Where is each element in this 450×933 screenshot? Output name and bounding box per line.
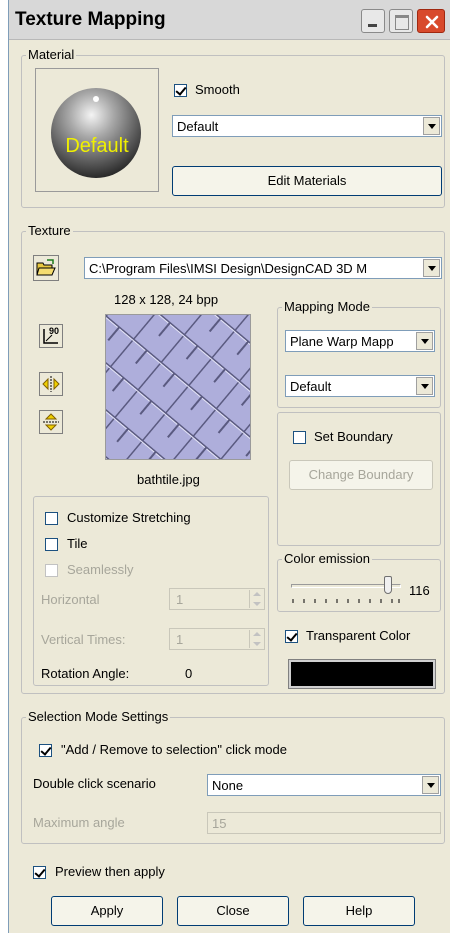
- color-emission-slider[interactable]: [291, 576, 401, 606]
- seamlessly-checkbox[interactable]: [45, 564, 58, 577]
- set-boundary-checkbox[interactable]: [293, 431, 306, 444]
- customize-stretching-label: Customize Stretching: [67, 510, 191, 525]
- texture-group-label: Texture: [28, 223, 71, 238]
- chevron-down-icon: [423, 259, 440, 277]
- rotate-90-label: 90: [49, 326, 60, 336]
- preview-then-apply-label: Preview then apply: [55, 864, 165, 879]
- spinner-arrows-icon[interactable]: [249, 590, 263, 608]
- double-click-label: Double click scenario: [33, 776, 156, 791]
- smooth-checkbox[interactable]: [174, 84, 187, 97]
- horizontal-spinner[interactable]: 1: [169, 588, 265, 610]
- double-click-select[interactable]: None: [207, 774, 441, 796]
- change-boundary-button[interactable]: Change Boundary: [289, 460, 433, 490]
- close-window-button[interactable]: [417, 9, 445, 33]
- seamlessly-label: Seamlessly: [67, 562, 134, 577]
- click-mode-checkbox[interactable]: [39, 744, 52, 757]
- open-folder-button[interactable]: [33, 255, 59, 281]
- texture-preview: [105, 314, 251, 460]
- folder-open-icon: [36, 259, 56, 276]
- horizontal-value: 1: [176, 592, 184, 607]
- material-select-value: Default: [177, 119, 219, 134]
- transparent-color-checkbox[interactable]: [285, 630, 298, 643]
- texture-path-value: C:\Program Files\IMSI Design\DesignCAD 3…: [89, 261, 368, 276]
- set-boundary-label: Set Boundary: [314, 429, 393, 444]
- chevron-down-icon: [422, 776, 439, 794]
- texture-mapping-window: Texture Mapping Material Default Smooth …: [8, 0, 450, 933]
- customize-stretching-checkbox[interactable]: [45, 512, 58, 525]
- rotate-90-button[interactable]: 90: [39, 324, 63, 348]
- minimize-button[interactable]: [361, 9, 385, 33]
- slider-ticks: [292, 599, 400, 603]
- mapping-mode-value: Plane Warp Mapp: [290, 334, 394, 349]
- horizontal-label: Horizontal: [41, 592, 100, 607]
- mapping-mode-select[interactable]: Plane Warp Mapp: [285, 330, 435, 352]
- click-mode-label: "Add / Remove to selection" click mode: [61, 742, 287, 757]
- rotation-angle-label: Rotation Angle:: [41, 666, 130, 681]
- vertical-times-label: Vertical Times:: [41, 632, 126, 647]
- maximum-angle-input[interactable]: 15: [207, 812, 441, 834]
- chevron-down-icon: [416, 377, 433, 395]
- texture-info: 128 x 128, 24 bpp: [114, 292, 219, 307]
- vertical-times-spinner[interactable]: 1: [169, 628, 265, 650]
- tile-label: Tile: [67, 536, 88, 551]
- texture-filename: bathtile.jpg: [137, 472, 200, 487]
- maximum-angle-label: Maximum angle: [33, 815, 125, 830]
- slider-thumb[interactable]: [384, 576, 392, 594]
- flip-horizontal-button[interactable]: [39, 372, 63, 396]
- flip-vertical-icon: [43, 413, 59, 431]
- mapping-option-value: Default: [290, 379, 332, 394]
- mapping-mode-group-label: Mapping Mode: [284, 299, 370, 314]
- vertical-times-value: 1: [176, 632, 184, 647]
- mapping-option-select[interactable]: Default: [285, 375, 435, 397]
- spinner-arrows-icon[interactable]: [249, 630, 263, 648]
- edit-materials-button[interactable]: Edit Materials: [172, 166, 442, 196]
- transparent-color-label: Transparent Color: [306, 628, 411, 643]
- material-group-label: Material: [28, 47, 75, 62]
- chevron-down-icon: [423, 117, 440, 135]
- color-emission-value: 116: [409, 583, 430, 598]
- close-button[interactable]: Close: [177, 896, 289, 926]
- texture-path-select[interactable]: C:\Program Files\IMSI Design\DesignCAD 3…: [84, 257, 442, 279]
- flip-vertical-button[interactable]: [39, 410, 63, 434]
- help-button[interactable]: Help: [303, 896, 415, 926]
- material-select[interactable]: Default: [172, 115, 442, 137]
- smooth-label: Smooth: [195, 82, 240, 97]
- tile-checkbox[interactable]: [45, 538, 58, 551]
- double-click-value: None: [212, 778, 244, 793]
- maximum-angle-value: 15: [212, 816, 227, 831]
- bathtile-texture-image: [106, 315, 250, 459]
- window-title: Texture Mapping: [15, 9, 166, 30]
- material-preview[interactable]: Default: [35, 68, 159, 192]
- chevron-down-icon: [416, 332, 433, 350]
- material-sphere-icon: [51, 88, 141, 178]
- selection-mode-group-label: Selection Mode Settings: [28, 709, 169, 724]
- color-emission-group-label: Color emission: [284, 551, 370, 566]
- transparent-color-swatch[interactable]: [288, 659, 436, 689]
- material-preview-label: Default: [65, 135, 129, 157]
- close-icon: [425, 15, 439, 29]
- rotation-angle-value: 0: [185, 666, 193, 681]
- preview-then-apply-checkbox[interactable]: [33, 866, 46, 879]
- title-bar[interactable]: Texture Mapping: [9, 0, 450, 40]
- flip-horizontal-icon: [42, 376, 60, 392]
- apply-button[interactable]: Apply: [51, 896, 163, 926]
- maximize-button[interactable]: [389, 9, 413, 33]
